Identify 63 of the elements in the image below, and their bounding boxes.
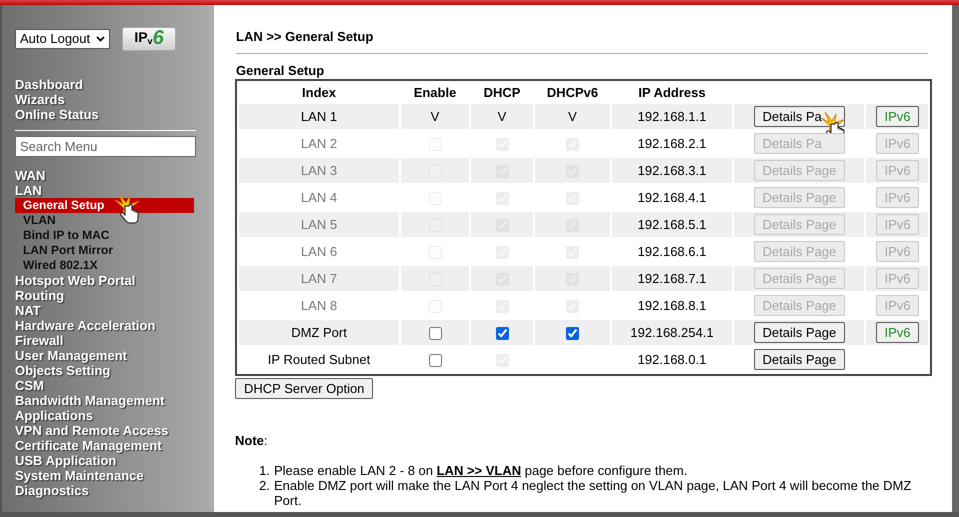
breadcrumb-title: LAN >> General Setup: [236, 27, 928, 54]
table-cell: 192.168.5.1: [612, 212, 732, 237]
column-header: DHCP: [482, 84, 522, 102]
menu-item[interactable]: Dashboard: [15, 77, 214, 92]
menu-item[interactable]: Online Status: [15, 107, 214, 122]
details-page-button[interactable]: Details Page: [754, 322, 844, 343]
submenu-item[interactable]: LAN Port Mirror: [15, 243, 194, 258]
table-cell: 192.168.3.1: [612, 158, 732, 183]
menu-item[interactable]: LAN: [15, 183, 214, 198]
submenu-item[interactable]: General Setup: [15, 198, 194, 213]
submenu-item[interactable]: Bind IP to MAC: [15, 228, 194, 243]
table-cell: LAN 7: [239, 266, 399, 291]
enabled-mark: V: [498, 108, 506, 124]
list-number: 1.: [258, 462, 271, 478]
menu-item[interactable]: Hotspot Web Portal: [15, 273, 214, 288]
menu-item[interactable]: System Maintenance: [15, 468, 214, 483]
table-cell: 192.168.7.1: [612, 266, 732, 291]
checkbox[interactable]: [566, 326, 579, 340]
menu-item[interactable]: User Management: [15, 348, 214, 363]
list-number: 2.: [258, 478, 271, 494]
menu-item[interactable]: Bandwidth Management: [15, 393, 214, 408]
enabled-mark: V: [568, 108, 577, 124]
column-header: IP Address: [637, 84, 707, 102]
ipv6-button[interactable]: IPv6: [876, 322, 918, 343]
menu-item[interactable]: Certificate Management: [15, 438, 214, 453]
column-header: DHCPv6: [546, 84, 600, 102]
table-cell: 192.168.254.1: [612, 320, 732, 345]
column-header: Index: [301, 84, 337, 102]
submenu-item[interactable]: Wired 802.1X: [15, 258, 194, 273]
note-text: Please enable LAN 2 - 8 on LAN >> VLAN page before configure them.: [274, 462, 688, 478]
menu-item[interactable]: Firewall: [15, 333, 214, 348]
menu-item[interactable]: Routing: [15, 288, 214, 303]
menu-item[interactable]: Applications: [15, 408, 214, 423]
menu-item[interactable]: USB Application: [15, 453, 214, 468]
menu-item[interactable]: VPN and Remote Access: [15, 423, 214, 438]
checkbox[interactable]: [428, 326, 442, 340]
menu-item[interactable]: WAN: [15, 168, 214, 183]
ipv6-button[interactable]: IPv6: [876, 106, 918, 127]
column-header: Enable: [412, 84, 458, 102]
details-page-button[interactable]: Details Page: [754, 349, 844, 370]
submenu-item[interactable]: VLAN: [15, 213, 194, 228]
table-cell: DMZ Port: [239, 320, 399, 345]
vlan-link[interactable]: LAN >> VLAN: [436, 462, 522, 478]
checkbox[interactable]: [496, 326, 508, 340]
table-cell: LAN 1: [239, 104, 399, 129]
checkbox[interactable]: [428, 354, 442, 367]
auto-logout-select[interactable]: Auto Logout: [15, 29, 110, 49]
note-title: Note:: [235, 432, 269, 450]
table-cell: 192.168.1.1: [612, 104, 732, 129]
chevron-down-icon: [96, 36, 105, 42]
table-cell: LAN 3: [239, 158, 399, 183]
menu-item[interactable]: Wizards: [15, 92, 214, 107]
menu-item[interactable]: Hardware Acceleration: [15, 318, 214, 333]
section-title: General Setup: [236, 62, 326, 78]
enabled-mark: V: [430, 108, 440, 124]
menu-item[interactable]: Objects Setting: [15, 363, 214, 378]
table-cell: LAN 5: [239, 212, 399, 237]
dhcp-server-option-button[interactable]: DHCP Server Option: [235, 378, 374, 399]
note-text: Enable DMZ port will make the LAN Port 4 neglect the setting on VLAN page, LAN Port 4 will become the DMZ Port.: [274, 478, 912, 508]
search-menu-field[interactable]: Search Menu: [15, 136, 196, 157]
menu-item[interactable]: Diagnostics: [15, 483, 214, 498]
menu-item[interactable]: CSM: [15, 378, 214, 393]
menu-item[interactable]: NAT: [15, 303, 214, 318]
